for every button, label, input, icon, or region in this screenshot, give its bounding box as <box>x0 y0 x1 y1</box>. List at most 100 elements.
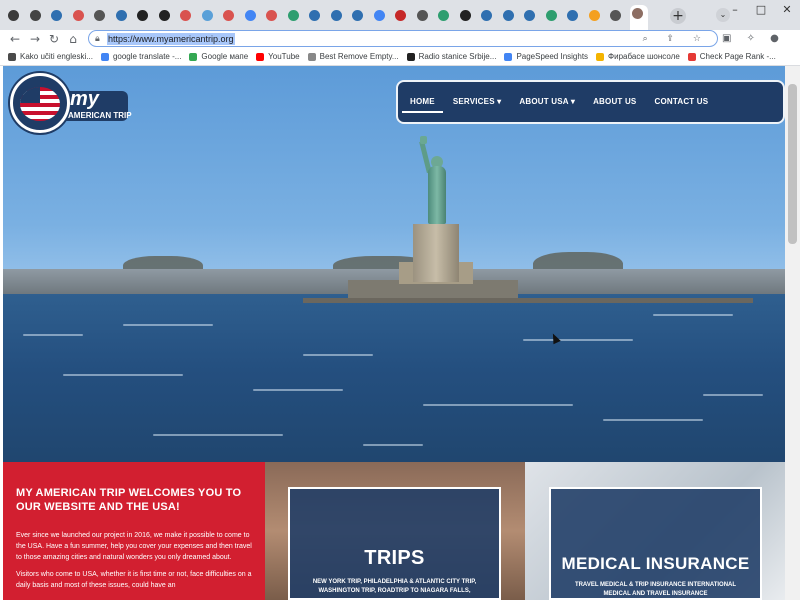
tab-favicon-icon <box>29 10 41 21</box>
tab-favicon-icon <box>309 10 320 21</box>
browser-tab[interactable] <box>522 7 537 25</box>
browser-tab[interactable] <box>135 7 150 25</box>
page-scrollbar[interactable] <box>785 66 800 600</box>
medical-insurance-card[interactable]: MEDICAL INSURANCE TRAVEL MEDICAL & TRIP … <box>549 487 762 600</box>
tab-favicon-icon <box>223 10 234 21</box>
bookmark-favicon-icon <box>8 52 16 61</box>
scrollbar-thumb[interactable] <box>788 84 797 244</box>
site-navigation: HOME SERVICES ▾ ABOUT USA ▾ ABOUT US CONTACT… <box>396 80 785 124</box>
forward-icon[interactable]: → <box>28 31 42 47</box>
site-logo[interactable]: my AMERICAN TRIP <box>10 73 132 133</box>
tab-favicon-icon <box>395 10 406 21</box>
browser-tab[interactable] <box>28 7 43 25</box>
browser-tab[interactable] <box>221 7 236 25</box>
close-window-button[interactable]: ✕ <box>774 0 800 20</box>
browser-tab[interactable] <box>565 7 580 25</box>
tab-favicon-icon <box>137 10 148 21</box>
bookmark-item[interactable]: Google мапе <box>189 52 248 62</box>
lock-icon[interactable]: 🔒︎ <box>95 34 100 44</box>
tab-favicon-icon <box>244 10 256 21</box>
bookmark-item[interactable]: Фирабасе шонсоле <box>596 52 680 62</box>
bookmark-item[interactable]: PageSpeed Insights <box>504 52 588 62</box>
bookmark-item[interactable]: Best Remove Empty... <box>307 51 399 62</box>
browser-tab[interactable] <box>243 7 258 25</box>
browser-tab[interactable] <box>436 7 451 25</box>
tab-favicon-icon <box>94 10 105 21</box>
tab-favicon-icon <box>502 10 514 21</box>
omnibox-action-icons[interactable]: ⌕ ⇪ ☆ <box>643 33 709 45</box>
bookmark-favicon-icon <box>596 52 605 61</box>
browser-tab[interactable] <box>544 7 559 25</box>
site-nav-item[interactable]: HOME <box>402 97 443 113</box>
bookmark-item[interactable]: YouTube <box>256 51 300 62</box>
us-flag-icon <box>20 87 60 121</box>
bookmark-label: Google мапе <box>201 51 249 61</box>
browser-tab[interactable] <box>587 7 602 25</box>
browser-tab[interactable] <box>49 7 64 25</box>
url-text[interactable]: https://www.myamericantrip.org <box>107 33 235 45</box>
trips-card[interactable]: TRIPS NEW YORK TRIP, PHILADELPHIA & ATLA… <box>288 487 501 600</box>
browser-tab[interactable] <box>501 7 516 25</box>
bookmark-favicon-icon <box>687 52 696 61</box>
bookmark-label: Best Remove Empty... <box>319 51 399 61</box>
browser-tab[interactable] <box>6 7 21 25</box>
bookmark-favicon-icon <box>504 52 513 61</box>
tab-favicon-icon <box>438 10 449 21</box>
window-controls: – □ ✕ <box>722 0 800 30</box>
browser-tab[interactable] <box>264 7 279 25</box>
bookmark-favicon-icon <box>256 52 265 61</box>
address-bar[interactable]: 🔒︎ https://www.myamericantrip.org ⌕ ⇪ ☆ <box>88 30 718 47</box>
new-tab-button[interactable]: + <box>670 8 686 24</box>
bookmark-item[interactable]: google translate -... <box>100 51 182 62</box>
maximize-button[interactable]: □ <box>748 0 774 20</box>
bookmarks-bar: Kako učiti engleski... google translate -… <box>0 48 800 66</box>
browser-tab[interactable] <box>458 7 473 25</box>
bookmark-item[interactable]: Check Page Rank -... <box>687 51 776 62</box>
tab-favicon-icon <box>610 10 621 21</box>
browser-tab[interactable] <box>307 7 322 25</box>
tab-favicon-icon <box>115 10 127 21</box>
bookmark-label: YouTube <box>268 51 300 61</box>
browser-tab[interactable] <box>372 7 387 25</box>
tab-favicon-icon <box>545 10 557 21</box>
browser-tab[interactable] <box>479 7 494 25</box>
browser-tab[interactable] <box>114 7 129 25</box>
browser-tab[interactable] <box>157 7 172 25</box>
browser-tab[interactable] <box>286 7 301 25</box>
back-icon[interactable]: ← <box>8 31 22 47</box>
reload-icon[interactable]: ↻ <box>47 31 61 47</box>
browser-tab[interactable] <box>329 7 344 25</box>
browser-tab[interactable] <box>92 7 107 25</box>
browser-tab[interactable] <box>71 7 86 25</box>
site-nav-item[interactable]: CONTACT US <box>654 97 708 107</box>
tab-favicon-icon <box>330 10 342 21</box>
tab-favicon-icon <box>201 10 213 21</box>
bookmark-favicon-icon <box>307 52 316 61</box>
tab-favicon-icon <box>631 8 643 19</box>
site-nav-item[interactable]: ABOUT US <box>593 97 636 107</box>
tab-favicon-icon <box>567 10 578 21</box>
browser-tab[interactable] <box>415 7 430 25</box>
medical-card-title: MEDICAL INSURANCE <box>561 554 750 573</box>
browser-tab[interactable] <box>200 7 215 25</box>
bookmark-favicon-icon <box>100 52 109 61</box>
site-nav-item[interactable]: ABOUT USA ▾ <box>519 97 575 107</box>
tab-favicon-icon <box>158 10 170 21</box>
logo-my-text: my <box>70 88 99 110</box>
browser-tab[interactable] <box>629 5 648 30</box>
tab-favicon-icon <box>481 10 492 21</box>
bookmark-label: Check Page Rank -... <box>699 51 776 61</box>
bookmark-item[interactable]: Kako učiti engleski... <box>8 52 93 62</box>
tab-favicon-icon <box>459 10 471 21</box>
bookmark-label: Фирабасе шонсоле <box>608 51 680 61</box>
bookmark-item[interactable]: Radio stanice Srbije... <box>406 52 496 62</box>
home-icon[interactable]: ⌂ <box>66 31 80 47</box>
browser-tab[interactable] <box>178 7 193 25</box>
bookmark-label: google translate -... <box>112 51 182 61</box>
site-nav-item[interactable]: SERVICES ▾ <box>453 97 502 107</box>
browser-tab[interactable] <box>350 7 365 25</box>
browser-tab[interactable] <box>608 7 623 25</box>
minimize-button[interactable]: – <box>722 0 748 20</box>
browser-tab[interactable] <box>393 7 408 25</box>
trips-card-title: TRIPS <box>364 547 425 569</box>
